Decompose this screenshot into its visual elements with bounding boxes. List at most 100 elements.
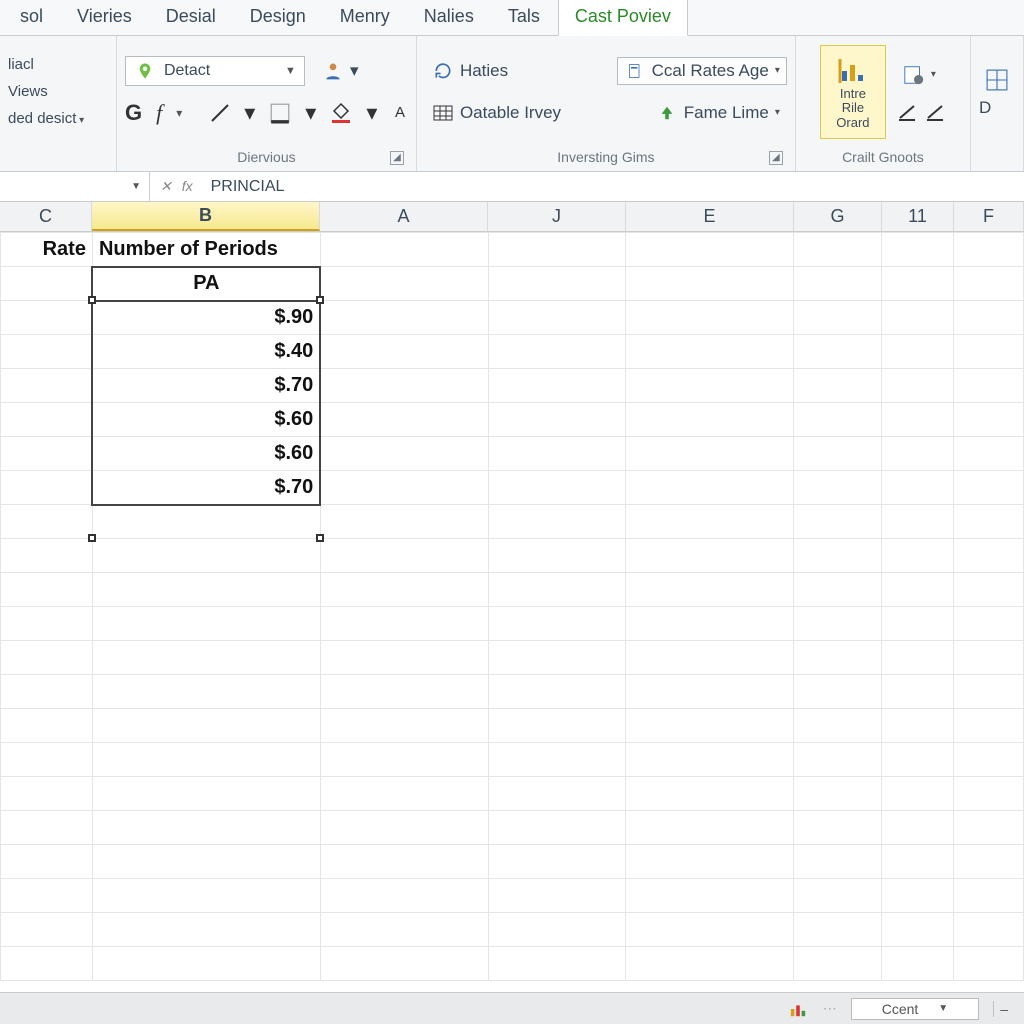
table-row: $.60: [1, 437, 1024, 471]
cell-b8[interactable]: $.70: [92, 471, 320, 505]
cell-b4[interactable]: $.40: [92, 335, 320, 369]
table-row: PA: [1, 267, 1024, 301]
col-header-11[interactable]: 11: [882, 202, 954, 231]
tab-cast-poviev[interactable]: Cast Poviev: [558, 0, 688, 36]
selection-handle-tl[interactable]: [88, 296, 96, 304]
worksheet: C B A J E G 11 F Rate Number of Periods: [0, 202, 1024, 992]
btn-grid[interactable]: [979, 66, 1015, 94]
ribbon-group-views: liacl Views ded desict: [0, 36, 117, 171]
group-inversting-label: Inversting Gims: [557, 149, 654, 165]
cell-b1[interactable]: Number of Periods: [92, 233, 320, 267]
cell-b3[interactable]: $.90: [92, 301, 320, 335]
cell-b5[interactable]: $.70: [92, 369, 320, 403]
table-row: $.70: [1, 471, 1024, 505]
cancel-formula-icon[interactable]: ✕: [160, 178, 172, 195]
table-row: $.70: [1, 369, 1024, 403]
tab-desial[interactable]: Desial: [150, 0, 232, 35]
btn-views[interactable]: Views: [8, 83, 48, 100]
btn-ccal-rates-age[interactable]: Ccal Rates Age: [617, 57, 787, 85]
grid-icon: [986, 69, 1008, 91]
ribbon-group-diervious: Detact ▼ ▾ G f ▾ ▾ ▾ ▾: [117, 36, 417, 171]
cell-b6[interactable]: $.60: [92, 403, 320, 437]
pin-icon: [134, 60, 156, 82]
group-crailt-label: Crailt Gnoots: [842, 149, 924, 165]
table-row: $.40: [1, 335, 1024, 369]
ribbon: liacl Views ded desict Detact ▼: [0, 36, 1024, 172]
btn-fame-label: Fame Lime: [684, 103, 769, 123]
sheet-gear-icon: [903, 64, 925, 86]
btn-ded-desict[interactable]: ded desict: [8, 110, 84, 127]
col-header-J[interactable]: J: [488, 202, 626, 231]
fill-color-icon[interactable]: [330, 102, 352, 124]
btn-haties-label: Haties: [460, 61, 508, 81]
up-arrow-icon: [656, 102, 678, 124]
table-row: $.90: [1, 301, 1024, 335]
dialog-launcher-diervious[interactable]: ◢: [390, 151, 404, 165]
col-header-E[interactable]: E: [626, 202, 794, 231]
tab-vieries[interactable]: Vieries: [61, 0, 148, 35]
btn-person[interactable]: ▾: [315, 57, 366, 85]
status-bar: ⋯ Ccent ▼ –: [0, 992, 1024, 1024]
fx-icon[interactable]: fx: [182, 178, 193, 195]
group-diervious-label: Diervious: [237, 149, 295, 165]
btn-liacl[interactable]: liacl: [8, 56, 34, 73]
cell-b2[interactable]: PA: [92, 267, 320, 301]
ribbon-group-crailt: Intre Rile Orard Crailt Gnoots: [796, 36, 971, 171]
tab-menry[interactable]: Menry: [324, 0, 406, 35]
grid-body[interactable]: Rate Number of Periods PA $.90 $.40 $.70…: [0, 232, 1024, 992]
combo-detact-label: Detact: [164, 62, 210, 80]
btn-oatable-irvey[interactable]: Oatable Irvey: [425, 99, 568, 127]
btn-intre-rile[interactable]: Intre Rile Orard: [820, 45, 886, 139]
col-header-A[interactable]: A: [320, 202, 488, 231]
border-diag-icon[interactable]: [210, 102, 230, 124]
btn-fame-lime[interactable]: Fame Lime: [649, 99, 787, 127]
combo-detact[interactable]: Detact ▼: [125, 56, 305, 86]
cell-c1[interactable]: Rate: [1, 233, 93, 267]
ribbon-tabs: sol Vieries Desial Design Menry Nalies T…: [0, 0, 1024, 36]
ribbon-group-inversting: Haties Ccal Rates Age Oatable Irvey: [417, 36, 796, 171]
name-box[interactable]: ▼: [0, 172, 150, 201]
col-header-G[interactable]: G: [794, 202, 882, 231]
btn-intre-label: Intre Rile Orard: [827, 87, 879, 130]
dialog-launcher-inversting[interactable]: ◢: [769, 151, 783, 165]
col-header-C[interactable]: C: [0, 202, 92, 231]
table-row: Rate Number of Periods: [1, 233, 1024, 267]
chart-icon: [836, 53, 870, 87]
refresh-icon: [432, 60, 454, 82]
btn-ccal-label: Ccal Rates Age: [652, 61, 769, 81]
underline1-icon[interactable]: [896, 101, 918, 123]
tab-nalies[interactable]: Nalies: [408, 0, 490, 35]
app-window: sol Vieries Desial Design Menry Nalies T…: [0, 0, 1024, 1024]
doc-icon: [624, 60, 646, 82]
selection-handle-br[interactable]: [316, 534, 324, 542]
bold-button[interactable]: G: [125, 100, 142, 126]
border-bottom-icon[interactable]: [269, 102, 291, 124]
tab-design[interactable]: Design: [234, 0, 322, 35]
zoom-label: Ccent: [882, 1001, 919, 1017]
formula-input[interactable]: [203, 172, 1024, 201]
person-icon: [322, 60, 344, 82]
table-row: $.60: [1, 403, 1024, 437]
font-color-icon[interactable]: A: [391, 102, 413, 124]
btn-oatable-label: Oatable Irvey: [460, 103, 561, 123]
tab-tals[interactable]: Tals: [492, 0, 556, 35]
col-header-F[interactable]: F: [954, 202, 1024, 231]
status-sep: ⋯: [823, 1000, 837, 1017]
underline2-icon[interactable]: [924, 101, 946, 123]
ribbon-group-edge: D: [971, 36, 1024, 171]
selection-handle-tr[interactable]: [316, 296, 324, 304]
selection-handle-bl[interactable]: [88, 534, 96, 542]
formula-bar: ▼ ✕ fx: [0, 172, 1024, 202]
italic-button[interactable]: f: [156, 100, 162, 126]
btn-haties[interactable]: Haties: [425, 57, 515, 85]
svg-text:A: A: [395, 104, 405, 121]
zoom-combo[interactable]: Ccent ▼: [851, 998, 979, 1020]
status-chart-icon[interactable]: [787, 998, 809, 1020]
btn-d[interactable]: D: [979, 98, 1015, 118]
btn-sheet-settings[interactable]: [896, 61, 946, 89]
zoom-out-button[interactable]: –: [993, 1001, 1014, 1017]
tab-sol[interactable]: sol: [4, 0, 59, 35]
col-header-B[interactable]: B: [92, 202, 320, 231]
table-icon: [432, 102, 454, 124]
cell-b7[interactable]: $.60: [92, 437, 320, 471]
